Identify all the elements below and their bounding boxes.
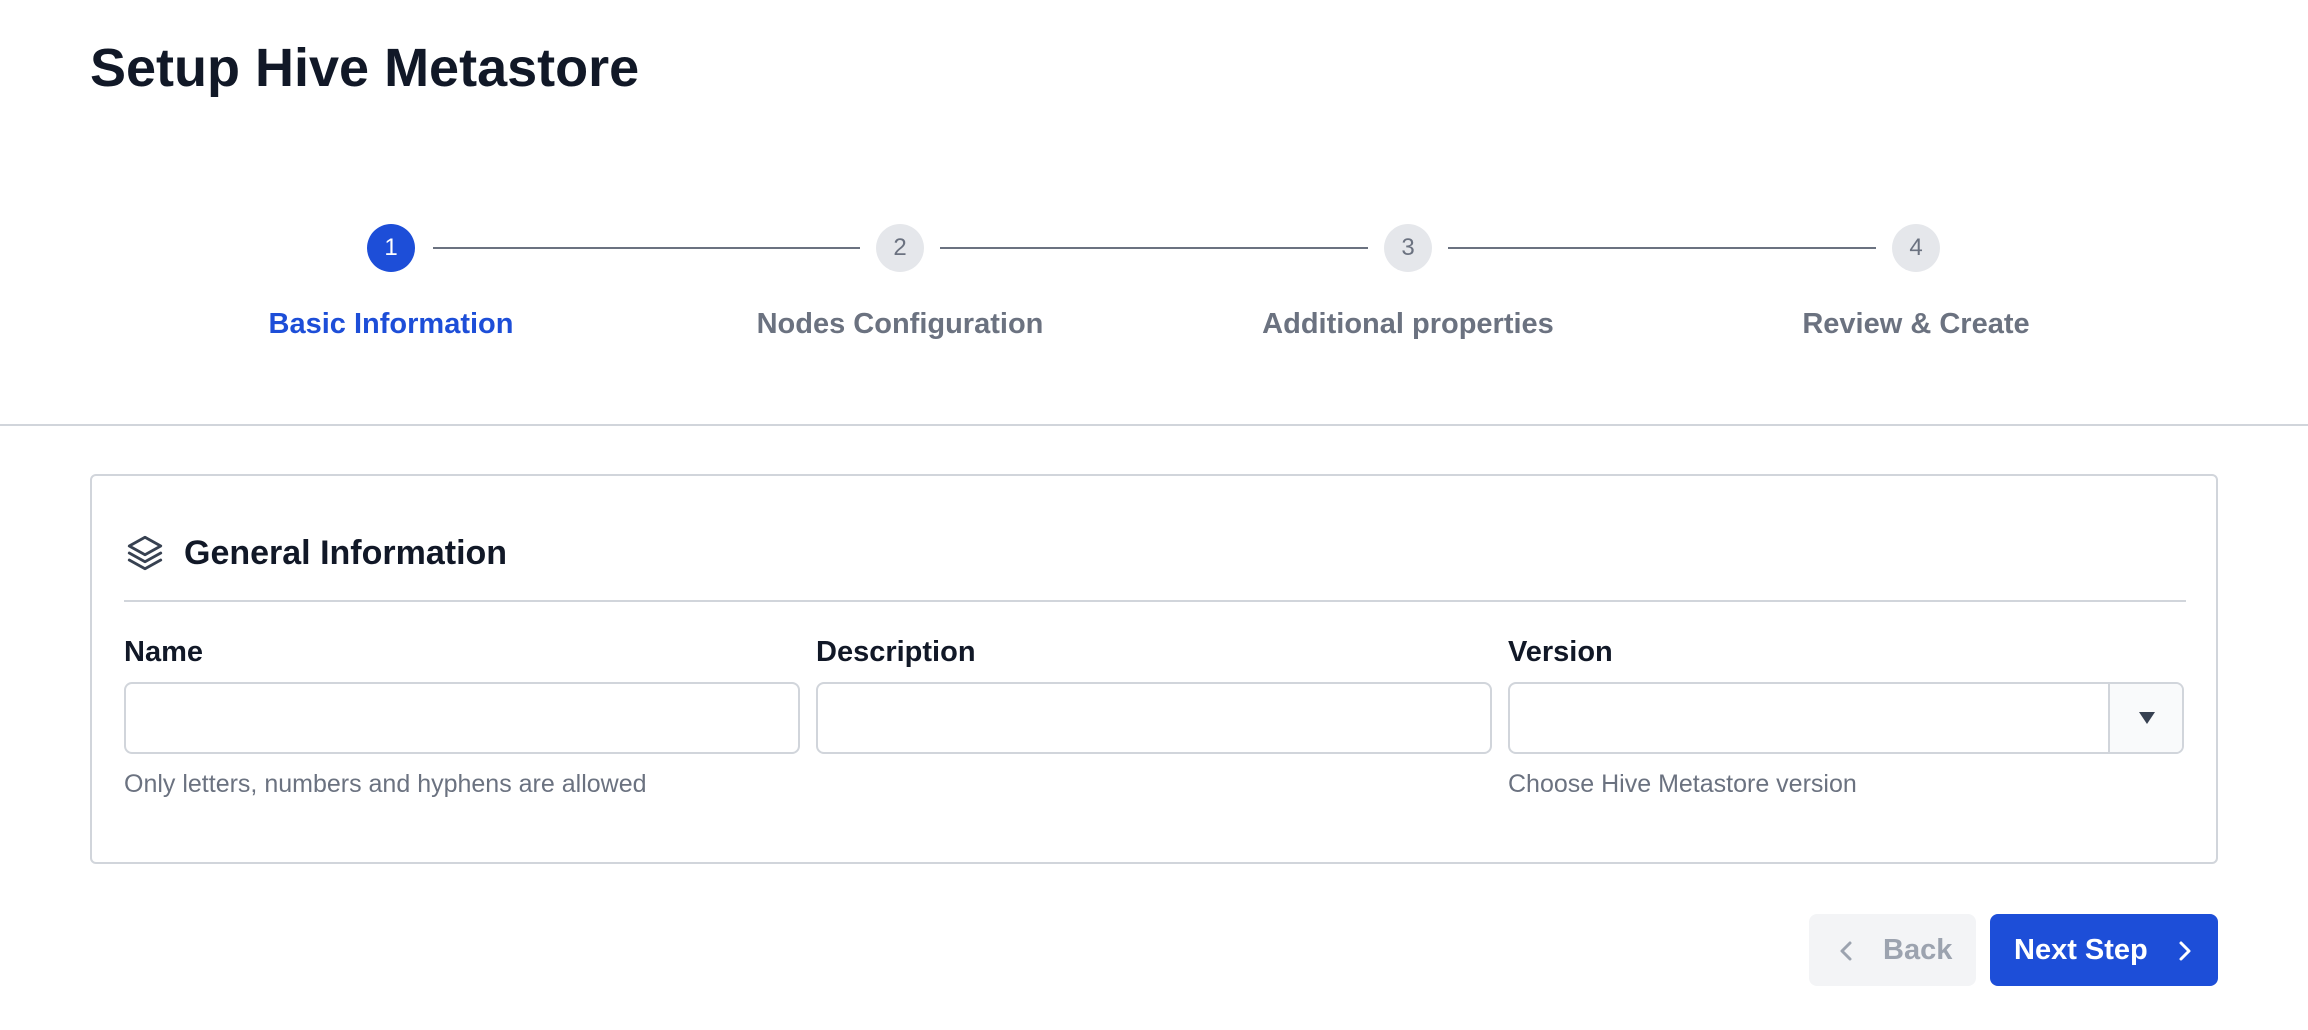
- version-select[interactable]: [1508, 682, 2184, 754]
- version-label: Version: [1508, 636, 1613, 668]
- name-label: Name: [124, 636, 203, 668]
- step-4-label[interactable]: Review & Create: [1706, 305, 2126, 343]
- name-field-group: Name Only letters, numbers and hyphens a…: [124, 634, 800, 800]
- step-3-indicator[interactable]: 3: [1384, 224, 1432, 272]
- chevron-right-icon: [2172, 938, 2196, 971]
- next-step-button-label: Next Step: [2014, 934, 2148, 966]
- caret-down-icon: [2139, 712, 2155, 724]
- step-connector: [940, 247, 1368, 249]
- step-connector: [433, 247, 860, 249]
- section-divider: [0, 424, 2308, 426]
- step-connector: [1448, 247, 1876, 249]
- description-field-group: Description: [816, 634, 1492, 754]
- next-step-button[interactable]: Next Step: [1990, 914, 2218, 986]
- chevron-left-icon: [1835, 938, 1859, 971]
- step-1-indicator[interactable]: 1: [367, 224, 415, 272]
- general-information-card: General Information Name Only letters, n…: [90, 474, 2218, 864]
- card-title: General Information: [184, 534, 508, 572]
- description-label: Description: [816, 636, 976, 668]
- version-help-text: Choose Hive Metastore version: [1508, 770, 1857, 798]
- back-button-label: Back: [1883, 934, 1953, 966]
- step-2-indicator[interactable]: 2: [876, 224, 924, 272]
- description-input[interactable]: [816, 682, 1492, 754]
- card-header: General Information: [124, 530, 2186, 578]
- card-divider: [124, 600, 2186, 602]
- name-help-text: Only letters, numbers and hyphens are al…: [124, 770, 647, 798]
- step-3-label[interactable]: Additional properties: [1198, 305, 1618, 343]
- layers-icon: [124, 532, 166, 574]
- step-1-label[interactable]: Basic Information: [181, 305, 601, 343]
- back-button[interactable]: Back: [1809, 914, 1976, 986]
- name-input[interactable]: [124, 682, 800, 754]
- step-4-indicator[interactable]: 4: [1892, 224, 1940, 272]
- version-dropdown-toggle[interactable]: [2108, 684, 2182, 752]
- step-2-label[interactable]: Nodes Configuration: [690, 305, 1110, 343]
- version-field-group: Version Choose Hive Metastore version: [1508, 634, 2184, 800]
- stepper: 1 2 3 4 Basic Information Nodes Configur…: [0, 0, 2308, 420]
